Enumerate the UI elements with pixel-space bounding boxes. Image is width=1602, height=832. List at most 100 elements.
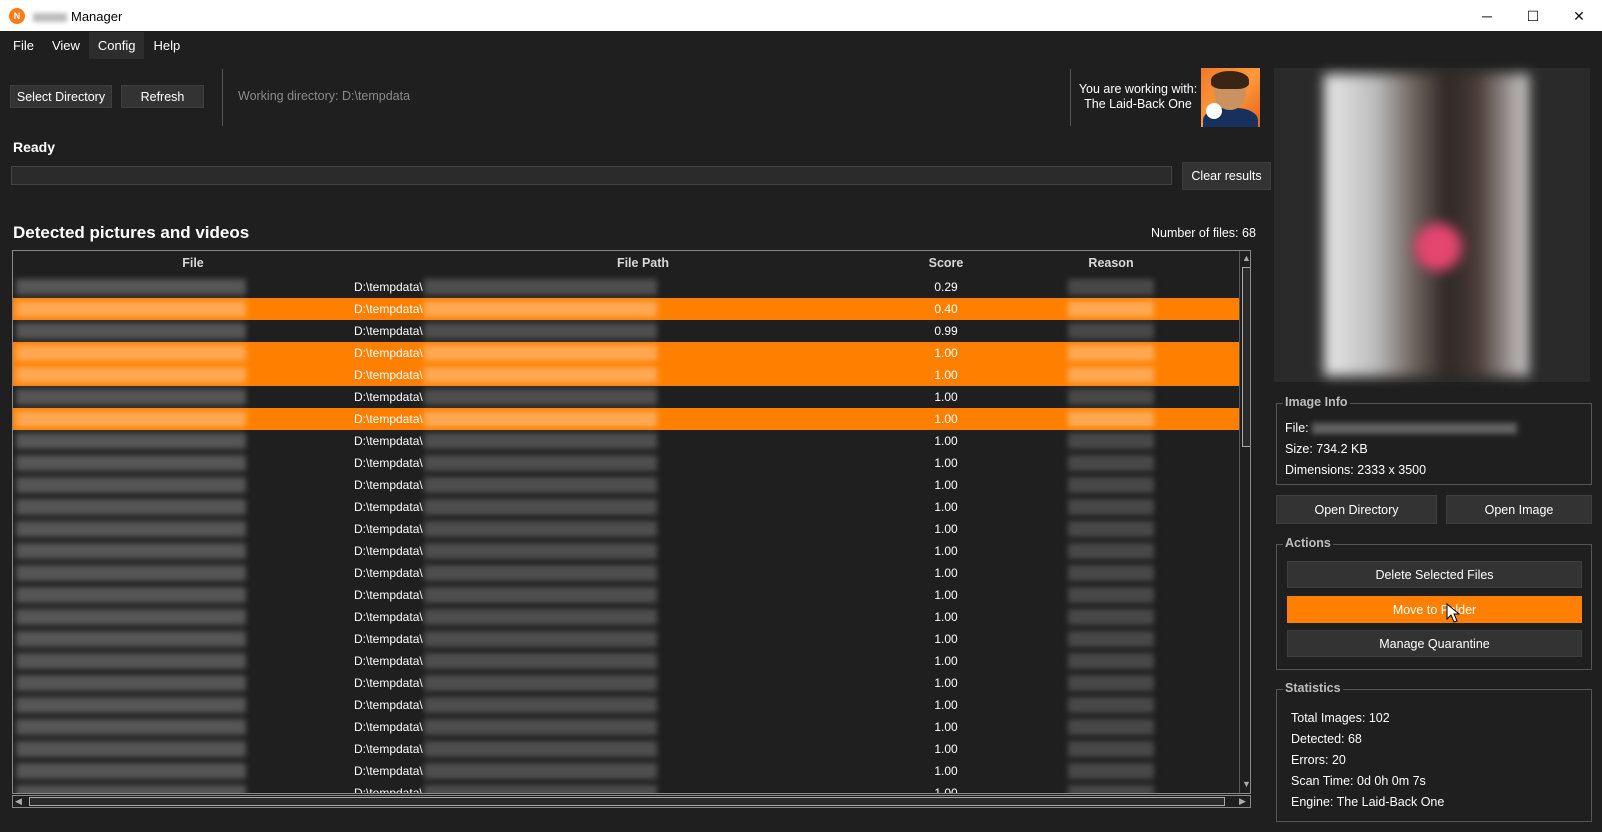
table-row[interactable]: D:\tempdata\ 1.00 [13,716,1250,738]
file-path-cell: D:\tempdata\ [354,478,423,492]
refresh-button[interactable]: Refresh [121,85,204,108]
reason-redacted [1068,279,1154,295]
column-header-reason[interactable]: Reason [1071,256,1151,270]
file-name-redacted [16,345,246,361]
table-row[interactable]: D:\tempdata\ 1.00 [13,562,1250,584]
table-row[interactable]: D:\tempdata\ 1.00 [13,408,1250,430]
maximize-button[interactable]: ☐ [1510,0,1556,32]
table-row[interactable]: D:\tempdata\ 1.00 [13,474,1250,496]
file-name-redacted [16,433,246,449]
reason-redacted [1068,741,1154,757]
file-path-redacted [424,587,657,603]
engine-divider [1070,69,1071,126]
file-count-label: Number of files: 68 [1151,226,1256,240]
progress-bar [11,166,1172,185]
table-row[interactable]: D:\tempdata\ 0.40 [13,298,1250,320]
open-directory-button[interactable]: Open Directory [1276,495,1437,524]
table-row[interactable]: D:\tempdata\ 0.99 [13,320,1250,342]
image-file-label: File: [1285,421,1309,435]
file-path-redacted [424,411,657,427]
reason-redacted [1068,345,1154,361]
actions-label: Actions [1283,536,1333,550]
file-path-redacted [424,455,657,471]
horizontal-scrollbar[interactable]: ◀ ▶ [12,795,1251,808]
file-name-redacted [16,543,246,559]
manage-quarantine-button[interactable]: Manage Quarantine [1287,630,1582,657]
column-header-score[interactable]: Score [906,256,986,270]
table-row[interactable]: D:\tempdata\ 1.00 [13,738,1250,760]
title-bar: N Manager ─ ☐ ✕ [0,0,1602,32]
table-row[interactable]: D:\tempdata\ 1.00 [13,628,1250,650]
scroll-down-icon[interactable]: ▼ [1242,779,1250,789]
file-path-cell: D:\tempdata\ [354,434,423,448]
file-name-redacted [16,455,246,471]
scroll-left-icon[interactable]: ◀ [15,796,22,807]
minimize-button[interactable]: ─ [1464,0,1510,32]
table-row[interactable]: D:\tempdata\ 1.00 [13,760,1250,782]
table-row[interactable]: D:\tempdata\ 1.00 [13,386,1250,408]
file-path-redacted [424,499,657,515]
vertical-scrollbar[interactable]: ▲ ▼ [1239,251,1250,793]
engine-avatar [1201,68,1260,127]
file-path-cell: D:\tempdata\ [354,500,423,514]
image-dimensions: Dimensions: 2333 x 3500 [1285,463,1427,477]
reason-redacted [1068,389,1154,405]
engine-card-line2: The Laid-Back One [1084,97,1192,111]
table-row[interactable]: D:\tempdata\ 1.00 [13,518,1250,540]
column-header-file-path[interactable]: File Path [573,256,713,270]
reason-redacted [1068,785,1154,793]
score-cell: 1.00 [934,434,958,448]
scroll-right-icon[interactable]: ▶ [1239,796,1246,807]
menu-config[interactable]: Config [88,31,145,59]
reason-redacted [1068,367,1154,383]
table-row[interactable]: D:\tempdata\ 1.00 [13,650,1250,672]
menu-help[interactable]: Help [144,32,189,59]
score-cell: 1.00 [934,478,958,492]
table-row[interactable]: D:\tempdata\ 1.00 [13,452,1250,474]
table-row[interactable]: D:\tempdata\ 1.00 [13,342,1250,364]
table-row[interactable]: D:\tempdata\ 1.00 [13,782,1250,793]
title-redacted [33,12,67,22]
file-name-redacted [16,741,246,757]
file-path-cell: D:\tempdata\ [354,720,423,734]
table-row[interactable]: D:\tempdata\ 1.00 [13,694,1250,716]
menu-view[interactable]: View [43,32,89,59]
file-path-cell: D:\tempdata\ [354,456,423,470]
file-path-cell: D:\tempdata\ [354,390,423,404]
file-path-cell: D:\tempdata\ [354,632,423,646]
mouse-cursor-icon [1446,603,1460,623]
column-header-file[interactable]: File [123,256,263,270]
file-path-cell: D:\tempdata\ [354,522,423,536]
score-cell: 1.00 [934,412,958,426]
score-cell: 1.00 [934,698,958,712]
reason-redacted [1068,675,1154,691]
table-row[interactable]: D:\tempdata\ 1.00 [13,672,1250,694]
score-cell: 1.00 [934,610,958,624]
move-to-folder-button[interactable]: Move to Folder [1287,596,1582,623]
toolbar-divider [222,69,223,126]
reason-redacted [1068,455,1154,471]
menu-bar: File View Config Help [0,31,1602,59]
score-cell: 1.00 [934,632,958,646]
delete-selected-files-button[interactable]: Delete Selected Files [1287,561,1582,588]
close-button[interactable]: ✕ [1556,0,1602,32]
table-row[interactable]: D:\tempdata\ 1.00 [13,430,1250,452]
open-image-button[interactable]: Open Image [1446,495,1592,524]
file-path-redacted [424,301,657,317]
table-row[interactable]: D:\tempdata\ 1.00 [13,364,1250,386]
table-row[interactable]: D:\tempdata\ 0.29 [13,276,1250,298]
table-row[interactable]: D:\tempdata\ 1.00 [13,540,1250,562]
clear-results-button[interactable]: Clear results [1182,162,1271,190]
table-row[interactable]: D:\tempdata\ 1.00 [13,584,1250,606]
select-directory-button[interactable]: Select Directory [10,85,112,108]
file-path-cell: D:\tempdata\ [354,742,423,756]
results-table: File File Path Score Reason D:\tempdata\… [12,250,1251,794]
table-row[interactable]: D:\tempdata\ 1.00 [13,606,1250,628]
reason-redacted [1068,631,1154,647]
vertical-scroll-thumb[interactable] [1242,267,1250,447]
horizontal-scroll-thumb[interactable] [29,797,1225,806]
table-row[interactable]: D:\tempdata\ 1.00 [13,496,1250,518]
menu-file[interactable]: File [4,32,43,59]
scroll-up-icon[interactable]: ▲ [1242,253,1250,263]
score-cell: 1.00 [934,676,958,690]
